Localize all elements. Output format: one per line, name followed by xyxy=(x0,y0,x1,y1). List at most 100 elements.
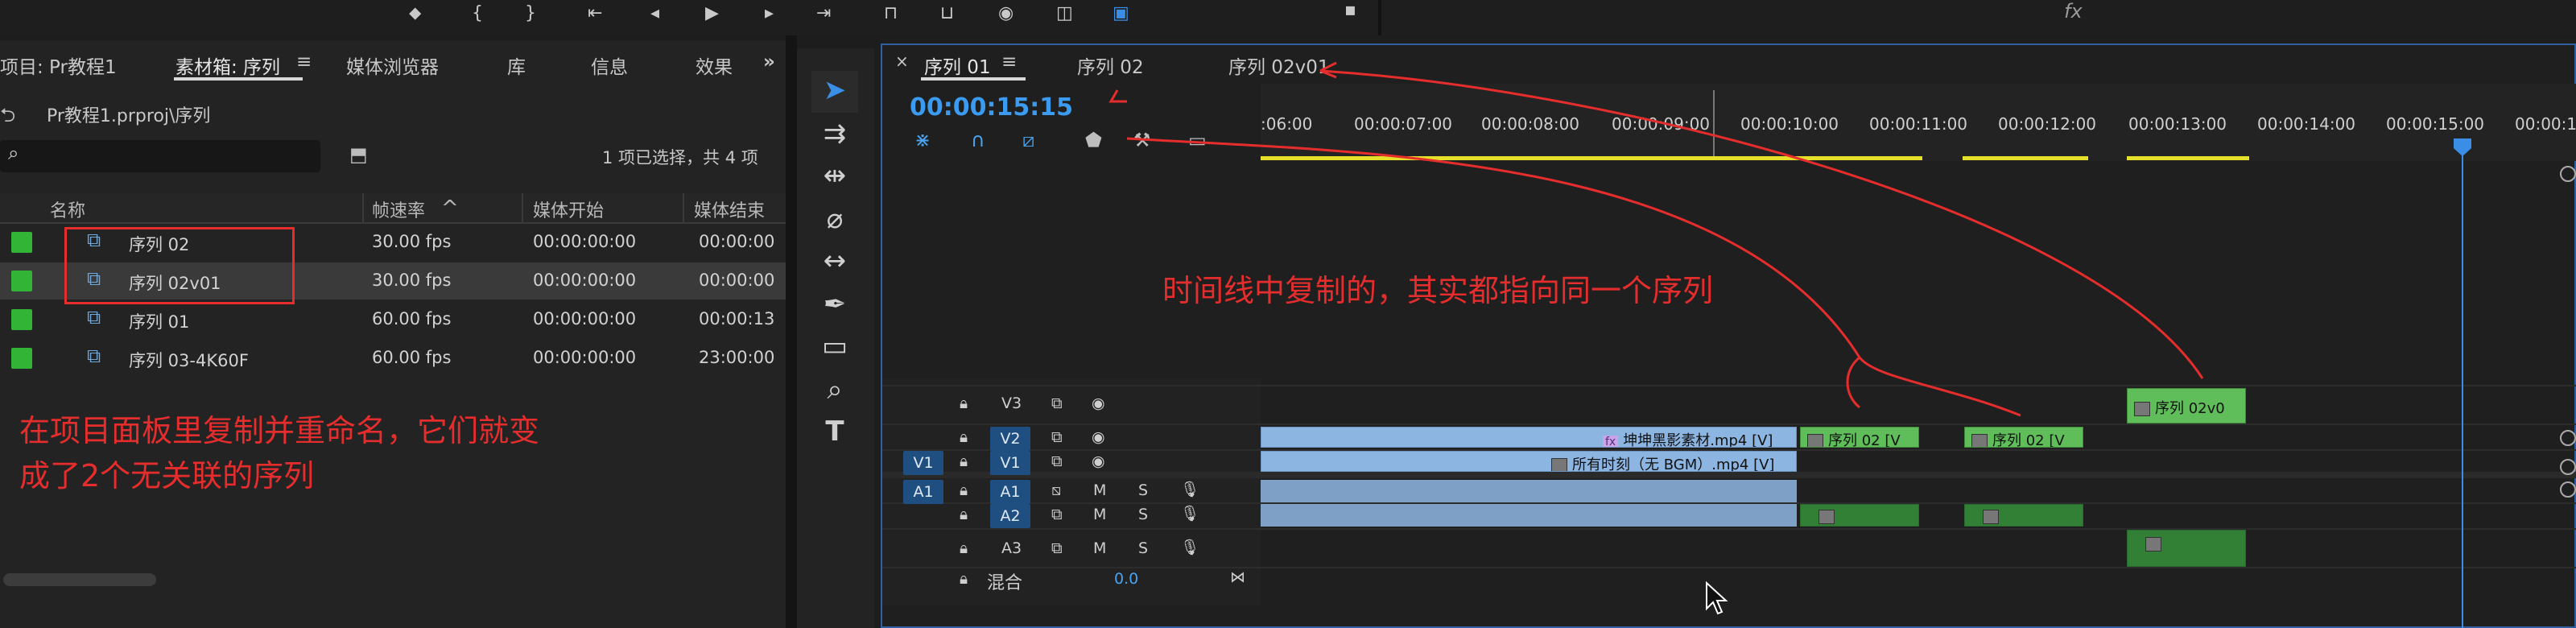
tab-sequence-01[interactable]: 序列 01 xyxy=(924,52,991,79)
type-icon[interactable]: T xyxy=(816,415,853,448)
source-patch-a1[interactable]: A1 xyxy=(903,480,943,504)
selection-tool-icon[interactable]: ➤ xyxy=(816,74,853,106)
track-label-a3[interactable]: A3 xyxy=(1001,539,1022,557)
search-input[interactable] xyxy=(0,140,320,172)
work-area-bar[interactable] xyxy=(1963,156,2088,160)
tab-media-browser[interactable]: 媒体浏览器 xyxy=(346,52,439,79)
video-audio-divider[interactable] xyxy=(882,472,2576,478)
label-color-swatch[interactable] xyxy=(11,309,32,330)
vertical-zoom-handle[interactable] xyxy=(2560,459,2576,475)
timeline-settings-icon[interactable]: ⚒ xyxy=(1133,129,1151,151)
label-color-swatch[interactable] xyxy=(11,271,32,291)
track-label-v3[interactable]: V3 xyxy=(1001,395,1022,412)
list-item[interactable]: ⧉ 序列 03-4K60F 60.00 fps 00:00:00:00 23:0… xyxy=(0,340,786,377)
tabs-overflow-icon[interactable]: » xyxy=(763,52,775,72)
sort-ascending-icon[interactable]: ^ xyxy=(441,196,459,221)
track-select-icon[interactable]: ⇉ xyxy=(816,118,853,150)
video-clip[interactable]: fx 坤坤黑影素材.mp4 [V] xyxy=(1261,427,1797,448)
tab-project[interactable]: 项目: Pr教程1 xyxy=(0,52,117,79)
tab-bin-sequence[interactable]: 素材箱: 序列 xyxy=(175,52,280,79)
add-marker-icon[interactable]: ⬟ xyxy=(1085,129,1102,151)
playhead-timecode[interactable]: 00:00:15:15 xyxy=(910,93,1073,122)
sync-lock-icon[interactable]: ⧉ xyxy=(1051,395,1063,412)
col-media-end[interactable]: 媒体结束 xyxy=(694,196,765,222)
zoom-icon[interactable]: ⌕ xyxy=(816,374,853,406)
track-label-v2[interactable]: V2 xyxy=(990,427,1030,451)
lock-icon[interactable]: 🔒︎ xyxy=(960,539,968,557)
captions-icon[interactable]: ▭ xyxy=(1188,129,1207,151)
rectangle-icon[interactable]: ▭ xyxy=(816,330,853,362)
list-item[interactable]: ⧉ 序列 01 60.00 fps 00:00:00:00 00:00:13 xyxy=(0,301,786,338)
work-area-bar[interactable] xyxy=(1261,156,1922,160)
eye-icon[interactable]: ◉ xyxy=(1092,428,1105,446)
mute-button[interactable]: M xyxy=(1093,506,1106,523)
vertical-zoom-handle[interactable] xyxy=(2560,166,2576,182)
nested-audio-clip[interactable] xyxy=(2127,530,2246,567)
mute-button[interactable]: M xyxy=(1093,539,1106,557)
lock-icon[interactable]: 🔒︎ xyxy=(960,506,968,523)
sync-lock-icon[interactable]: ⧉ xyxy=(1051,452,1063,470)
nest-toggle-icon[interactable]: ⋇ xyxy=(914,129,931,151)
mute-button[interactable]: M xyxy=(1093,481,1106,499)
tab-menu-icon[interactable]: ≡ xyxy=(296,52,312,72)
audio-clip[interactable] xyxy=(1261,504,1797,527)
voiceover-mic-icon[interactable]: 🎙︎ xyxy=(1180,480,1199,498)
in-point-icon[interactable]: { xyxy=(472,3,483,23)
step-back-icon[interactable]: ◂ xyxy=(650,3,659,23)
video-clip[interactable]: 所有时刻（无 BGM）.mp4 [V] xyxy=(1261,451,1797,472)
button-editor-icon[interactable]: ▣ xyxy=(1113,3,1129,23)
go-to-in-icon[interactable]: ⇤ xyxy=(588,3,602,23)
col-fps[interactable]: 帧速率 xyxy=(372,196,425,222)
vertical-zoom-handle[interactable] xyxy=(2560,481,2576,498)
ripple-edit-icon[interactable]: ⇹ xyxy=(816,159,853,192)
col-divider[interactable] xyxy=(522,193,523,222)
audio-clip[interactable] xyxy=(1261,480,1797,502)
lock-icon[interactable]: 🔒︎ xyxy=(960,570,968,588)
tab-library[interactable]: 库 xyxy=(507,52,526,79)
mix-pan-icon[interactable]: ⋈ xyxy=(1230,568,1245,586)
nested-sequence-clip[interactable]: 序列 02 [V xyxy=(1964,427,2083,448)
tab-sequence-02[interactable]: 序列 02 xyxy=(1077,52,1144,79)
eye-icon[interactable]: ◉ xyxy=(1092,395,1105,412)
new-bin-icon[interactable]: ⬒ xyxy=(349,143,368,166)
vertical-zoom-handle[interactable] xyxy=(2560,430,2576,446)
close-tab-icon[interactable]: × xyxy=(895,52,909,71)
play-icon[interactable]: ▶ xyxy=(705,3,719,23)
horizontal-scrollbar[interactable] xyxy=(3,573,156,586)
slip-icon[interactable]: ↔ xyxy=(816,245,853,277)
col-divider[interactable] xyxy=(683,193,684,222)
panel-divider[interactable] xyxy=(786,35,797,628)
col-media-start[interactable]: 媒体开始 xyxy=(533,196,604,222)
out-point-icon[interactable]: } xyxy=(525,3,536,23)
nested-sequence-clip[interactable]: 序列 02v0 xyxy=(2127,388,2246,423)
mix-value[interactable]: 0.0 xyxy=(1114,570,1138,588)
add-button-icon[interactable]: ▪ xyxy=(1344,0,1356,20)
work-area-bar[interactable] xyxy=(2127,156,2249,160)
snap-icon[interactable]: ∩ xyxy=(971,129,985,151)
pen-icon[interactable]: ✒ xyxy=(816,288,853,320)
voiceover-mic-icon[interactable]: 🎙︎ xyxy=(1180,538,1199,556)
sync-lock-icon[interactable]: ⧉ xyxy=(1051,506,1063,523)
nested-audio-clip[interactable] xyxy=(1800,504,1919,527)
lock-icon[interactable]: 🔒︎ xyxy=(960,481,968,499)
marker-icon[interactable]: ⬥ xyxy=(409,3,421,23)
sync-lock-icon[interactable]: ⧉ xyxy=(1051,428,1063,446)
solo-button[interactable]: S xyxy=(1138,481,1148,499)
source-patch-v1[interactable]: V1 xyxy=(903,451,943,475)
nested-audio-clip[interactable] xyxy=(1964,504,2083,527)
track-label-a2[interactable]: A2 xyxy=(990,504,1030,528)
overwrite-icon[interactable]: ⊔ xyxy=(940,3,954,23)
solo-button[interactable]: S xyxy=(1138,539,1148,557)
lock-icon[interactable]: 🔒︎ xyxy=(960,452,968,470)
track-label-v1[interactable]: V1 xyxy=(990,451,1030,475)
export-frame-icon[interactable]: ◉ xyxy=(998,3,1013,23)
tab-effects[interactable]: 效果 xyxy=(696,52,733,79)
go-to-out-icon[interactable]: ⇥ xyxy=(816,3,831,23)
lock-icon[interactable]: 🔒︎ xyxy=(960,395,968,412)
insert-icon[interactable]: ⊓ xyxy=(884,3,898,23)
compare-icon[interactable]: ◫ xyxy=(1056,3,1073,23)
razor-icon[interactable]: ⌀ xyxy=(816,203,853,235)
sync-lock-icon[interactable]: ⧉ xyxy=(1051,539,1063,557)
voiceover-mic-icon[interactable]: 🎙︎ xyxy=(1180,504,1199,523)
tab-info[interactable]: 信息 xyxy=(591,52,628,79)
